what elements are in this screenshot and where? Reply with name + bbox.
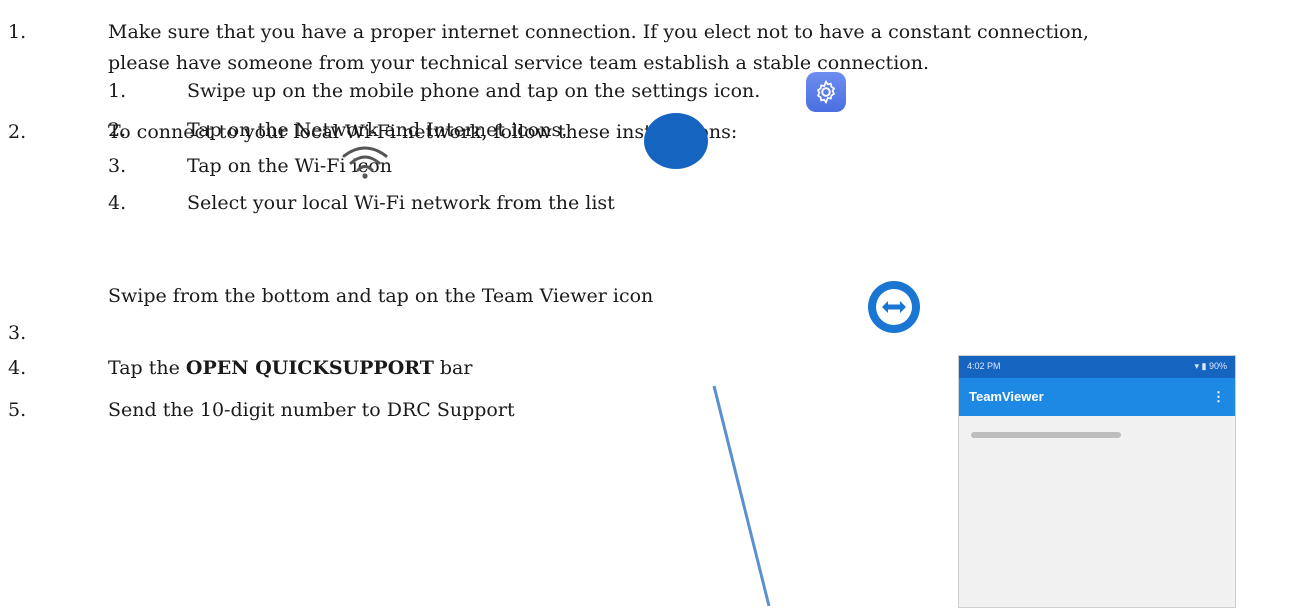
phone-status-bar: 4:02 PM ▾ ▮ 90% bbox=[959, 356, 1235, 378]
phone-placeholder-line bbox=[971, 432, 1121, 438]
phone-screenshot: 4:02 PM ▾ ▮ 90% TeamViewer ⋮ bbox=[958, 355, 1236, 608]
phone-app-bar: TeamViewer ⋮ bbox=[959, 378, 1235, 416]
phone-status-right: ▾ ▮ 90% bbox=[1194, 361, 1227, 372]
phone-status-time: 4:02 PM bbox=[967, 361, 1001, 372]
phone-body bbox=[959, 416, 1235, 454]
phone-menu-icon: ⋮ bbox=[1212, 389, 1225, 405]
phone-app-title: TeamViewer bbox=[969, 389, 1044, 405]
